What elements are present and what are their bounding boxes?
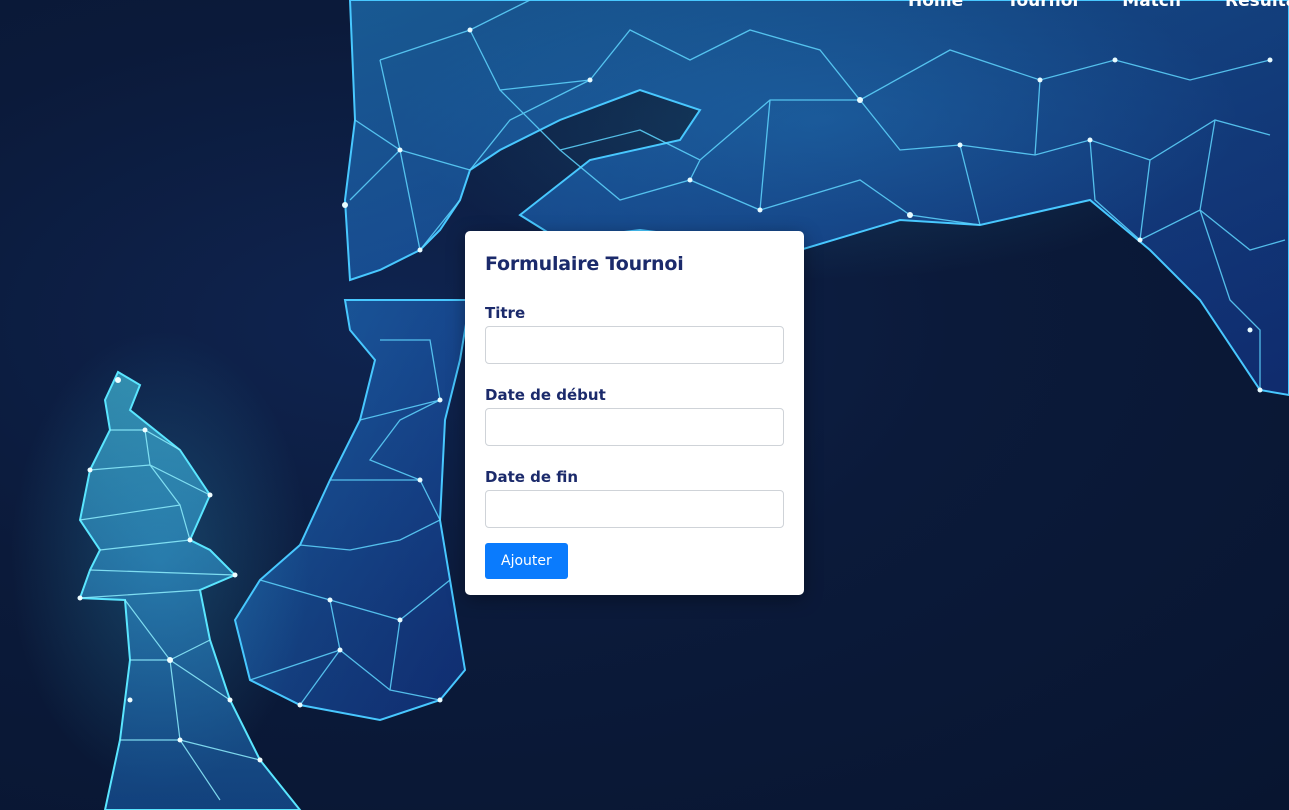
date-debut-label: Date de début — [485, 386, 606, 404]
form-title: Formulaire Tournoi — [485, 253, 684, 275]
date-fin-input[interactable] — [485, 490, 784, 528]
page: Home Tournoi Match Résultats Formulaire … — [0, 0, 1289, 810]
ajouter-button[interactable]: Ajouter — [485, 543, 568, 579]
titre-input[interactable] — [485, 326, 784, 364]
tournament-form-card: Formulaire Tournoi Titre Date de début D… — [465, 231, 804, 595]
chess-bishop-icon — [10, 330, 310, 810]
top-nav: Home Tournoi Match Résultats — [908, 0, 1289, 11]
date-fin-label: Date de fin — [485, 468, 579, 486]
nav-item-tournoi[interactable]: Tournoi — [1007, 0, 1078, 11]
nav-item-resultats[interactable]: Résultats — [1225, 0, 1289, 11]
date-debut-input[interactable] — [485, 408, 784, 446]
nav-item-match[interactable]: Match — [1122, 0, 1181, 11]
nav-item-home[interactable]: Home — [908, 0, 963, 11]
titre-label: Titre — [485, 304, 526, 322]
